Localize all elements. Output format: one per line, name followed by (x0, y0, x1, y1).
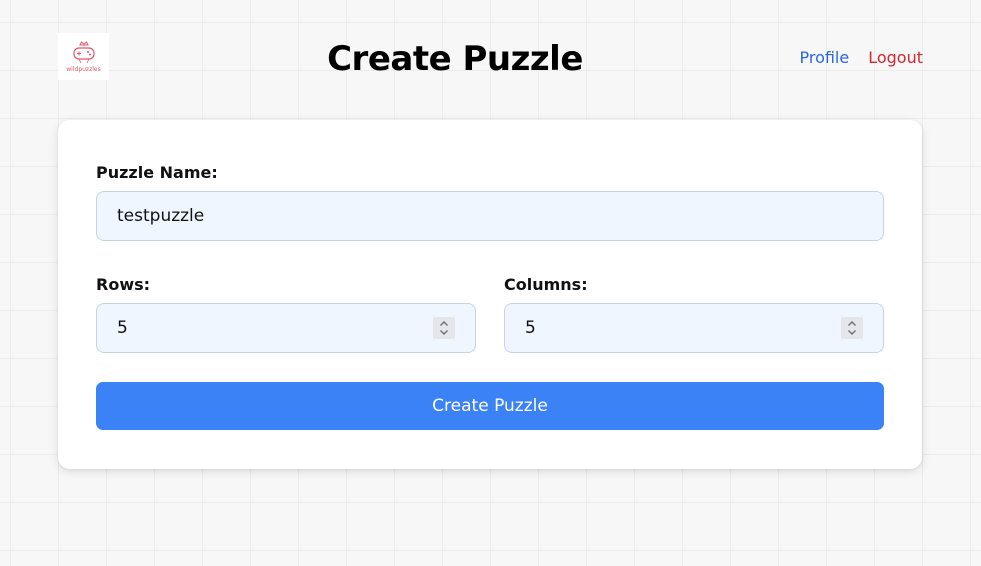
rows-label: Rows: (96, 275, 151, 294)
create-puzzle-form: Puzzle Name: Rows: 5 Columns: 5 Create P… (58, 120, 922, 469)
rows-spinner[interactable] (433, 317, 455, 339)
page-title: Create Puzzle (327, 39, 583, 79)
columns-spinner[interactable] (841, 317, 863, 339)
spinner-arrows-icon (440, 321, 448, 335)
rows-input[interactable]: 5 (96, 303, 476, 353)
spinner-arrows-icon (848, 321, 856, 335)
columns-label: Columns: (504, 275, 588, 294)
create-puzzle-button[interactable]: Create Puzzle (96, 382, 884, 430)
top-nav: Profile Logout (799, 47, 923, 69)
rows-value: 5 (117, 318, 128, 338)
logout-link[interactable]: Logout (868, 47, 923, 69)
puzzle-name-label: Puzzle Name: (96, 163, 218, 182)
puzzle-name-input[interactable] (96, 191, 884, 241)
profile-link[interactable]: Profile (799, 47, 849, 69)
columns-value: 5 (525, 318, 536, 338)
columns-input[interactable]: 5 (504, 303, 884, 353)
